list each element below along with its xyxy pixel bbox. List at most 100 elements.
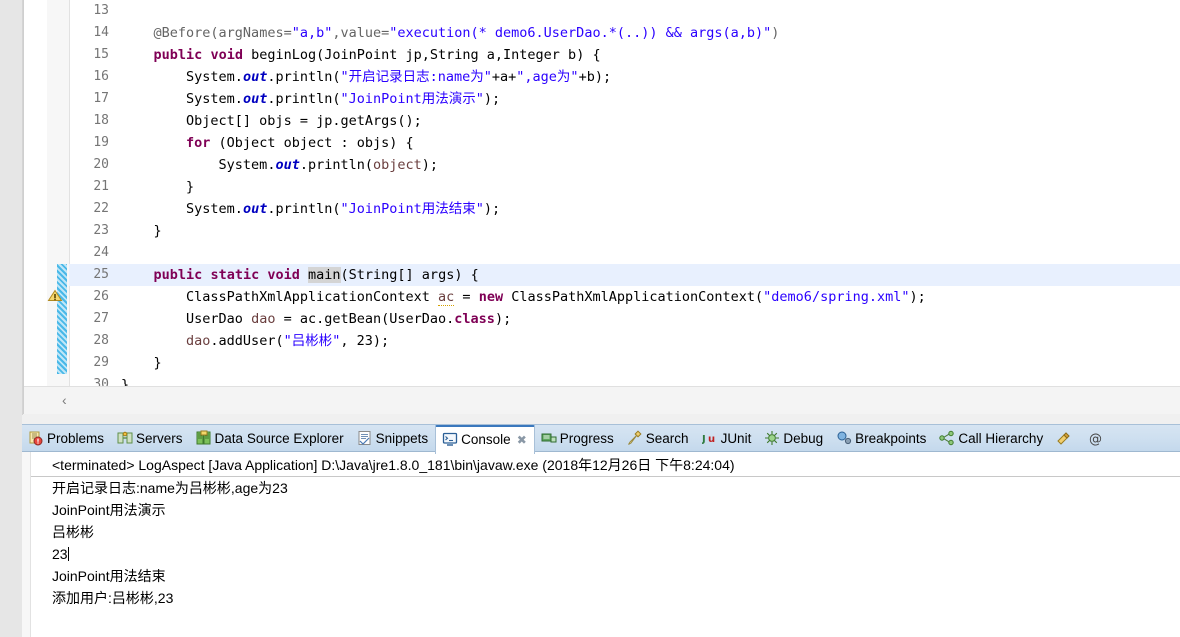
line-number: 28 — [93, 333, 109, 348]
view-stack: Problems Servers Data Source Explorer Snipp… — [0, 415, 1180, 637]
code-line[interactable]: 18 Object[] objs = jp.getArgs(); — [69, 110, 1180, 132]
code-token: Object[] objs — [186, 113, 300, 129]
code-line-text: } — [121, 352, 162, 374]
line-number: 22 — [93, 201, 109, 216]
view-tab-label: Debug — [783, 431, 824, 446]
view-tab-junit[interactable]: Ju JUnit — [696, 425, 759, 452]
editor-canvas[interactable]: 13 14 @Before(argNames="a,b",value="execu… — [23, 0, 1180, 393]
progress-icon — [541, 430, 557, 446]
line-number: 26 — [93, 289, 109, 304]
console-output[interactable]: <terminated> LogAspect [Java Application… — [31, 452, 1180, 637]
view-tab-call-hierarchy[interactable]: Call Hierarchy — [933, 425, 1050, 452]
code-token: } — [153, 355, 162, 371]
code-token: , 23); — [340, 333, 390, 349]
code-line-text: public static void main(String[] args) { — [121, 264, 479, 286]
code-line-text: } — [121, 220, 162, 242]
view-tab-debug[interactable]: Debug — [758, 425, 830, 452]
code-line[interactable]: 15 public void beginLog(JoinPoint jp,Str… — [69, 44, 1180, 66]
code-line[interactable]: 23 } — [69, 220, 1180, 242]
changed-lines-bar — [57, 264, 67, 374]
view-tab-servers[interactable]: Servers — [111, 425, 190, 452]
code-token: public — [153, 267, 203, 283]
line-number: 25 — [93, 267, 109, 282]
view-tab-breakpoints[interactable]: Breakpoints — [830, 425, 933, 452]
code-line[interactable]: 21 } — [69, 176, 1180, 198]
code-token: .println( — [267, 91, 341, 107]
editor-horizontal-scroll-area[interactable]: ‹ — [24, 386, 1180, 414]
view-tab-problems[interactable]: Problems — [22, 425, 111, 452]
code-token: out — [242, 91, 268, 107]
console-output-line: 23 — [31, 543, 1180, 565]
console-output-line: JoinPoint用法演示 — [31, 499, 1180, 521]
servers-icon — [117, 430, 133, 446]
code-token: .println( — [267, 69, 341, 85]
code-line-text: ClassPathXmlApplicationContext ac = new … — [121, 286, 926, 308]
code-line-text: } — [121, 176, 194, 198]
code-line[interactable]: 28 dao.addUser("吕彬彬", 23); — [69, 330, 1180, 352]
code-token: "开启记录日志:name为" — [340, 69, 492, 85]
warning-marker-icon[interactable] — [47, 289, 64, 305]
line-number: 13 — [93, 3, 109, 18]
code-line[interactable]: 16 System.out.println("开启记录日志:name为"+a+"… — [69, 66, 1180, 88]
view-tab-data-source-explorer[interactable]: Data Source Explorer — [190, 425, 351, 452]
code-line[interactable]: 17 System.out.println("JoinPoint用法演示"); — [69, 88, 1180, 110]
code-token: public — [153, 47, 203, 63]
code-token: (String[] args) { — [340, 267, 479, 283]
code-line[interactable]: 24 — [69, 242, 1180, 264]
code-line[interactable]: 25 public static void main(String[] args… — [24, 264, 1180, 286]
line-number: 16 — [93, 69, 109, 84]
code-line[interactable]: 22 System.out.println("JoinPoint用法结束"); — [69, 198, 1180, 220]
code-line[interactable]: 19 for (Object object : objs) { — [69, 132, 1180, 154]
console-view[interactable]: <terminated> LogAspect [Java Application… — [22, 452, 1180, 637]
line-number: 17 — [93, 91, 109, 106]
view-tab-at[interactable]: @ — [1082, 425, 1114, 452]
code-token: System. — [186, 91, 243, 107]
close-icon[interactable]: ✖ — [517, 428, 527, 453]
code-token: ac.getBean(UserDao. — [291, 311, 455, 327]
code-token: "execution(* demo6.UserDao.*(..)) && arg… — [389, 25, 772, 41]
view-tab-label: Progress — [559, 431, 614, 446]
problems-icon — [28, 430, 44, 446]
code-line[interactable]: 27 UserDao dao = ac.getBean(UserDao.clas… — [69, 308, 1180, 330]
code-text-area[interactable]: 13 14 @Before(argNames="a,b",value="execu… — [24, 0, 1180, 393]
code-token: object — [373, 157, 422, 173]
view-tab-label: Breakpoints — [855, 431, 927, 446]
code-token: void — [210, 47, 243, 63]
view-tab-search[interactable]: Search — [621, 425, 696, 452]
breadcrumb-collapse-icon[interactable]: ‹ — [62, 391, 76, 409]
code-line-text: System.out.println(object); — [121, 154, 439, 176]
line-number: 15 — [93, 47, 109, 62]
eclipse-ide-window: 13 14 @Before(argNames="a,b",value="execu… — [0, 0, 1180, 637]
code-token: .println( — [299, 157, 373, 173]
code-line-text: for (Object object : objs) { — [121, 132, 414, 154]
view-tab-progress[interactable]: Progress — [535, 425, 621, 452]
code-line[interactable]: 29 } — [69, 352, 1180, 374]
code-line[interactable]: 13 — [69, 0, 1180, 22]
code-line[interactable]: 14 @Before(argNames="a,b",value="executi… — [69, 22, 1180, 44]
svg-text:u: u — [708, 434, 715, 445]
code-token: out — [275, 157, 300, 173]
code-token: .println( — [267, 201, 341, 217]
console-output-line: 添加用户:吕彬彬,23 — [31, 587, 1180, 609]
code-line-text: System.out.println("开启记录日志:name为"+a+",ag… — [121, 66, 611, 88]
code-line[interactable]: 26 ClassPathXmlApplicationContext ac = n… — [69, 286, 1180, 308]
view-tab-console[interactable]: Console ✖ — [435, 425, 535, 454]
svg-text:J: J — [702, 434, 706, 445]
code-token: "a,b" — [291, 25, 333, 41]
line-number: 19 — [93, 135, 109, 150]
code-token: System. — [218, 157, 276, 173]
view-tab-snippets[interactable]: Snippets — [351, 425, 436, 452]
code-token: @Before — [153, 25, 211, 41]
code-line[interactable]: 20 System.out.println(object); — [69, 154, 1180, 176]
view-tab-bookmark[interactable] — [1050, 425, 1082, 452]
code-token: out — [242, 201, 268, 217]
console-output-line: JoinPoint用法结束 — [31, 565, 1180, 587]
line-number: 27 — [93, 311, 109, 326]
debug-icon — [764, 430, 780, 446]
code-token: out — [242, 69, 268, 85]
code-token: "JoinPoint用法演示" — [340, 91, 484, 107]
code-token: .addUser( — [210, 333, 284, 349]
